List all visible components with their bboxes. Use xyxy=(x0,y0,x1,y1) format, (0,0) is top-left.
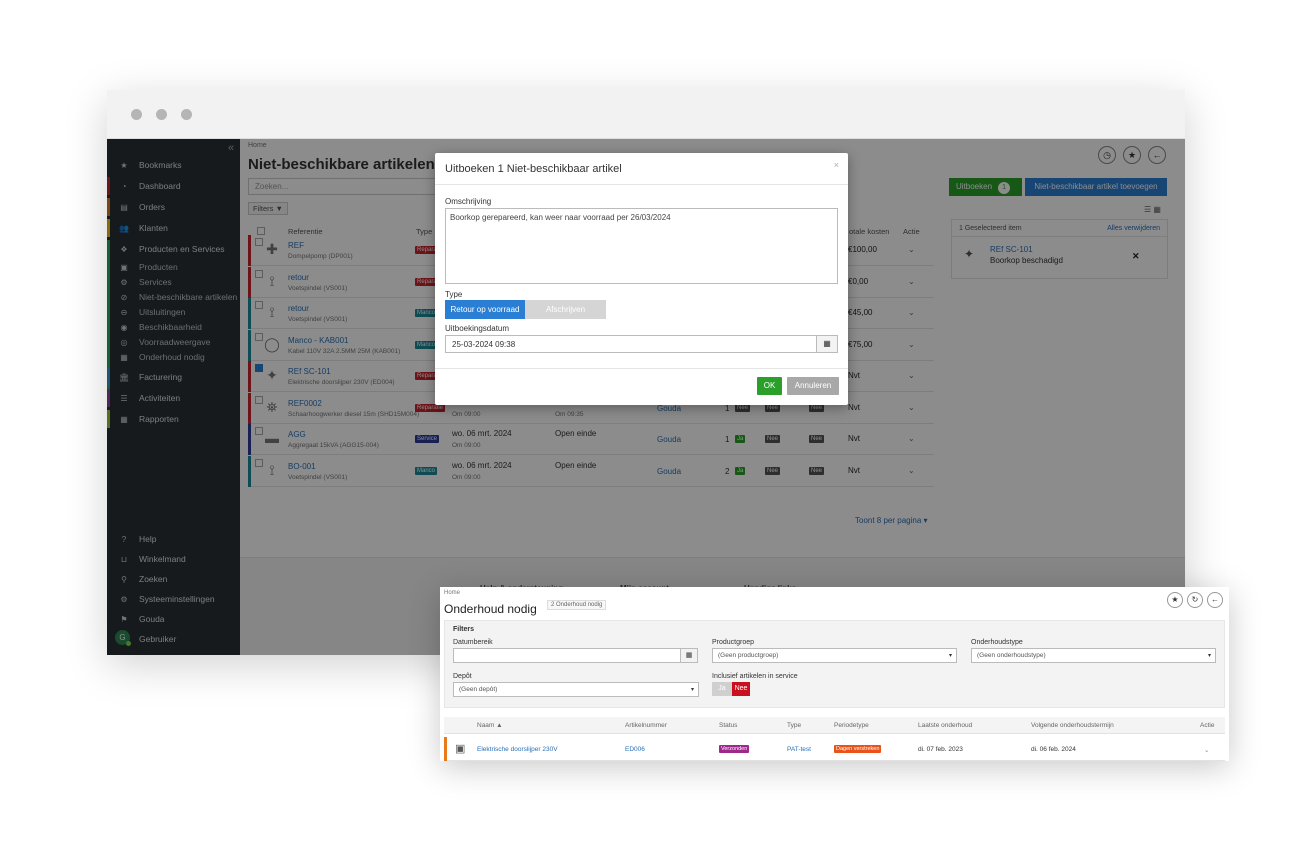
uitboeken-modal: Uitboeken 1 Niet-beschikbaar artikel × O… xyxy=(435,153,848,405)
column-header-type[interactable]: Type xyxy=(787,722,801,729)
row-laatste-onderhoud: di. 07 feb. 2023 xyxy=(918,746,963,753)
omschrijving-label: Omschrijving xyxy=(445,197,492,206)
datumbereik-label: Datumbereik xyxy=(453,639,493,646)
chevron-down-icon: ▾ xyxy=(690,687,694,693)
column-header-actie: Actie xyxy=(1200,722,1215,729)
onderhoudstype-select[interactable]: (Geen onderhoudstype) ▾ xyxy=(971,648,1216,663)
cancel-button[interactable]: Annuleren xyxy=(787,377,839,395)
window-dot-1[interactable] xyxy=(131,109,142,120)
type-label: Type xyxy=(445,290,463,299)
window-dot-3[interactable] xyxy=(181,109,192,120)
toggle-ja-button[interactable]: Ja xyxy=(712,682,732,696)
table-row[interactable]: ▣ Elektrische doorslijper 230V ED006 Ver… xyxy=(444,737,1225,761)
productgroep-select[interactable]: (Geen productgroep) ▾ xyxy=(712,648,957,663)
periodetype-badge: Dagen verstreken xyxy=(834,745,882,753)
depot-select[interactable]: (Geen depôt) ▾ xyxy=(453,682,699,697)
uitboekingsdatum-input[interactable]: 25-03-2024 09:38 xyxy=(445,335,817,353)
type-retour-op-voorraad-button[interactable]: Retour op voorraad xyxy=(445,300,525,319)
row-naam[interactable]: Elektrische doorslijper 230V xyxy=(477,746,558,753)
filters-title: Filters xyxy=(453,626,475,633)
back-arrow-icon[interactable]: ← xyxy=(1207,592,1223,608)
bookmark-star-icon[interactable]: ★ xyxy=(1167,592,1183,608)
column-header-status[interactable]: Status xyxy=(719,722,737,729)
refresh-icon[interactable]: ↻ xyxy=(1187,592,1203,608)
row-artikelnummer[interactable]: ED006 xyxy=(625,746,645,753)
inclusief-service-label: Inclusief artikelen in service xyxy=(712,673,798,680)
calendar-check-icon: ▣ xyxy=(455,743,466,755)
depot-value: (Geen depôt) xyxy=(459,686,498,693)
toggle-nee-button[interactable]: Nee xyxy=(732,682,750,696)
uitboekingsdatum-label: Uitboekingsdatum xyxy=(445,324,510,333)
ok-button[interactable]: OK xyxy=(757,377,782,395)
page-title: Onderhoud nodig xyxy=(444,602,537,616)
column-header-laatste-onderhoud[interactable]: Laatste onderhoud xyxy=(918,722,972,729)
window-dot-2[interactable] xyxy=(156,109,167,120)
chevron-down-icon[interactable]: ⌄ xyxy=(1204,746,1209,754)
omschrijving-textarea[interactable]: Boorkop gerepareerd, kan weer naar voorr… xyxy=(445,208,838,284)
modal-footer-divider xyxy=(435,368,848,369)
row-volgende-onderhoudstermijn: di. 06 feb. 2024 xyxy=(1031,746,1076,753)
onderhoud-window: Home Onderhoud nodig 2 Onderhoud nodig ★… xyxy=(440,587,1229,761)
status-badge: Verzonden xyxy=(719,745,750,753)
chevron-down-icon: ▾ xyxy=(1207,653,1211,659)
modal-title: Uitboeken 1 Niet-beschikbaar artikel xyxy=(445,163,622,175)
filters-panel: Filters Datumbereik ▦ Productgroep (Geen… xyxy=(444,620,1225,708)
row-status-bar xyxy=(444,737,447,761)
calendar-icon[interactable]: ▦ xyxy=(680,648,698,663)
type-afschrijven-button[interactable]: Afschrijven xyxy=(525,300,606,319)
column-header-artikelnummer[interactable]: Artikelnummer xyxy=(625,722,667,729)
column-header-periodetype[interactable]: Periodetype xyxy=(834,722,869,729)
modal-header: Uitboeken 1 Niet-beschikbaar artikel × xyxy=(435,153,848,185)
productgroep-value: (Geen productgroep) xyxy=(718,652,779,659)
window-titlebar xyxy=(107,90,1185,139)
productgroep-label: Productgroep xyxy=(712,639,755,646)
datumbereik-input[interactable] xyxy=(453,648,681,663)
onderhoudstype-value: (Geen onderhoudstype) xyxy=(977,652,1046,659)
depot-label: Depôt xyxy=(453,673,472,680)
chevron-down-icon: ▾ xyxy=(948,653,952,659)
breadcrumb[interactable]: Home xyxy=(444,590,460,596)
row-type[interactable]: PAT-test xyxy=(787,746,811,753)
calendar-icon[interactable]: ▦ xyxy=(816,335,838,353)
onderhoudstype-label: Onderhoudstype xyxy=(971,639,1023,646)
close-icon[interactable]: × xyxy=(834,160,839,170)
count-badge: 2 Onderhoud nodig xyxy=(547,600,607,610)
column-header-naam[interactable]: Naam ▲ xyxy=(477,722,503,729)
column-header-volgende-onderhoudstermijn[interactable]: Volgende onderhoudstermijn xyxy=(1031,722,1114,729)
